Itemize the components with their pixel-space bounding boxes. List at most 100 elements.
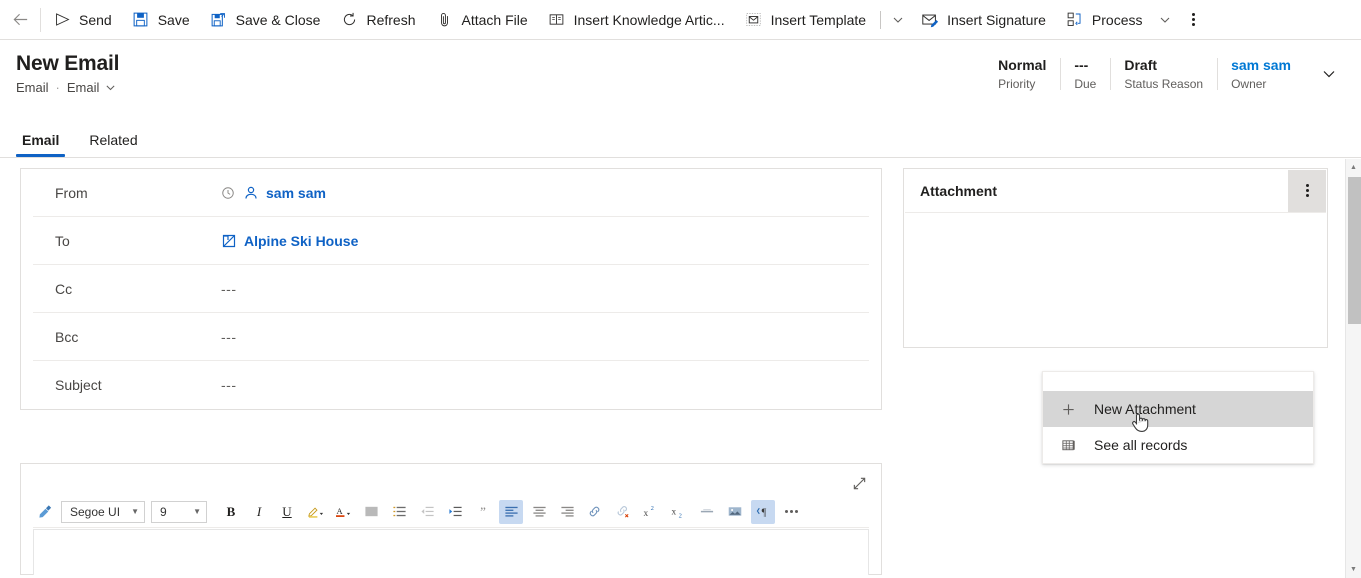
font-color-icon[interactable]: A	[331, 500, 355, 524]
template-icon	[745, 11, 763, 29]
scroll-down-arrow-icon[interactable]: ▼	[1346, 561, 1361, 578]
back-button[interactable]	[0, 0, 40, 39]
attach-file-button[interactable]: Attach File	[425, 0, 537, 39]
insert-signature-button[interactable]: Insert Signature	[911, 0, 1056, 39]
header-expand-chevron-down-icon[interactable]	[1313, 56, 1345, 92]
editor-more-options-icon[interactable]	[779, 500, 803, 524]
field-row-bcc[interactable]: Bcc ---	[33, 313, 869, 361]
tab-email[interactable]: Email	[16, 132, 66, 157]
svg-text:2: 2	[650, 505, 653, 512]
highlight-color-icon[interactable]	[303, 500, 327, 524]
status-reason-label: Status Reason	[1124, 77, 1204, 91]
header-field-due[interactable]: --- Due	[1060, 56, 1110, 93]
italic-icon[interactable]: I	[247, 500, 271, 524]
attachment-card: Attachment	[903, 168, 1328, 348]
save-and-close-button[interactable]: Save & Close	[200, 0, 331, 39]
align-left-icon[interactable]	[499, 499, 523, 524]
format-painter-icon[interactable]	[33, 500, 57, 524]
email-body-input[interactable]	[33, 529, 869, 575]
from-person-link[interactable]: sam sam	[266, 185, 326, 201]
decrease-indent-icon[interactable]	[415, 500, 439, 524]
from-value[interactable]: sam sam	[221, 185, 326, 201]
align-center-icon[interactable]	[527, 500, 551, 524]
insert-template-button[interactable]: Insert Template	[735, 0, 876, 39]
tab-related[interactable]: Related	[83, 132, 143, 157]
header-field-priority[interactable]: Normal Priority	[984, 56, 1060, 93]
menu-item-new-attachment-label: New Attachment	[1094, 401, 1196, 417]
underline-icon[interactable]: U	[275, 500, 299, 524]
increase-indent-icon[interactable]	[443, 500, 467, 524]
subject-value[interactable]: ---	[221, 377, 237, 393]
svg-text:x: x	[671, 507, 676, 517]
insert-template-chevron-down-icon[interactable]	[885, 0, 911, 39]
page-title: New Email	[16, 52, 120, 75]
breadcrumb: Email · Email	[16, 80, 984, 95]
scrollbar-thumb[interactable]	[1348, 177, 1361, 324]
refresh-button[interactable]: Refresh	[330, 0, 425, 39]
plus-icon	[1061, 402, 1083, 417]
save-label: Save	[157, 11, 190, 28]
insert-template-label: Insert Template	[770, 11, 867, 28]
save-icon	[132, 11, 150, 29]
command-bar-overflow-button[interactable]	[1178, 0, 1208, 39]
font-family-select[interactable]: Segoe UI ▼	[61, 500, 145, 523]
subscript-icon[interactable]: x 2	[667, 500, 691, 524]
breadcrumb-form: Email	[66, 80, 100, 95]
process-icon	[1066, 11, 1084, 29]
attachment-context-menu: New Attachment See all records	[1042, 371, 1314, 464]
process-button[interactable]: Process	[1056, 0, 1153, 39]
field-row-to[interactable]: To Alpine Ski House	[33, 217, 869, 265]
insert-link-icon[interactable]	[583, 500, 607, 524]
font-size-value: 9	[160, 504, 167, 519]
editor-toolbar: Segoe UI ▼ 9 ▼ B I U A ” x 2 x 2 ¶	[33, 496, 869, 528]
save-and-close-label: Save & Close	[235, 11, 321, 28]
field-row-from[interactable]: From sam sam	[33, 169, 869, 217]
priority-label: Priority	[998, 77, 1036, 91]
menu-top-padding	[1043, 372, 1313, 391]
text-direction-icon[interactable]: ¶	[751, 499, 775, 524]
superscript-icon[interactable]: x 2	[639, 500, 663, 524]
field-row-cc[interactable]: Cc ---	[33, 265, 869, 313]
bullet-list-icon[interactable]	[359, 500, 383, 524]
menu-item-see-all-records-label: See all records	[1094, 437, 1188, 453]
cc-value[interactable]: ---	[221, 281, 237, 297]
bold-icon[interactable]: B	[219, 500, 243, 524]
horizontal-rule-icon[interactable]	[695, 500, 719, 524]
bcc-value[interactable]: ---	[221, 329, 237, 345]
scroll-up-arrow-icon[interactable]: ▲	[1346, 159, 1361, 176]
header-field-status-reason[interactable]: Draft Status Reason	[1110, 56, 1217, 93]
more-vertical-icon	[1191, 13, 1195, 26]
menu-item-see-all-records[interactable]: See all records	[1043, 427, 1313, 463]
header-field-owner[interactable]: sam sam Owner	[1217, 56, 1305, 93]
menu-item-new-attachment[interactable]: New Attachment	[1043, 391, 1313, 427]
send-button[interactable]: Send	[43, 0, 122, 39]
numbered-list-icon[interactable]	[387, 500, 411, 524]
expand-editor-icon[interactable]	[845, 470, 873, 496]
from-label: From	[55, 184, 88, 201]
remove-link-icon[interactable]	[611, 500, 635, 524]
attachment-more-commands-button[interactable]	[1288, 169, 1326, 212]
vertical-scrollbar[interactable]: ▲ ▼	[1345, 159, 1361, 578]
align-right-icon[interactable]	[555, 500, 579, 524]
to-label: To	[55, 232, 70, 249]
blockquote-icon[interactable]: ”	[471, 500, 495, 524]
send-label: Send	[79, 11, 112, 28]
owner-value[interactable]: sam sam	[1231, 56, 1291, 75]
to-value[interactable]: Alpine Ski House	[221, 233, 358, 249]
insert-image-icon[interactable]	[723, 500, 747, 524]
form-selector-chevron-down-icon[interactable]	[105, 82, 116, 93]
svg-text:A: A	[336, 506, 343, 516]
subject-label: Subject	[55, 377, 102, 393]
clock-icon	[221, 186, 235, 200]
header-fields: Normal Priority --- Due Draft Status Rea…	[984, 56, 1345, 93]
refresh-icon	[340, 11, 358, 29]
to-account-link[interactable]: Alpine Ski House	[244, 233, 358, 249]
svg-text:2: 2	[678, 513, 681, 519]
save-button[interactable]: Save	[122, 0, 200, 39]
email-body-editor: Segoe UI ▼ 9 ▼ B I U A ” x 2 x 2 ¶	[20, 463, 882, 575]
field-row-subject[interactable]: Subject ---	[33, 361, 869, 409]
insert-knowledge-article-button[interactable]: Insert Knowledge Artic...	[538, 0, 735, 39]
account-icon	[221, 233, 237, 249]
font-size-select[interactable]: 9 ▼	[151, 500, 207, 523]
process-chevron-down-icon[interactable]	[1152, 0, 1178, 39]
